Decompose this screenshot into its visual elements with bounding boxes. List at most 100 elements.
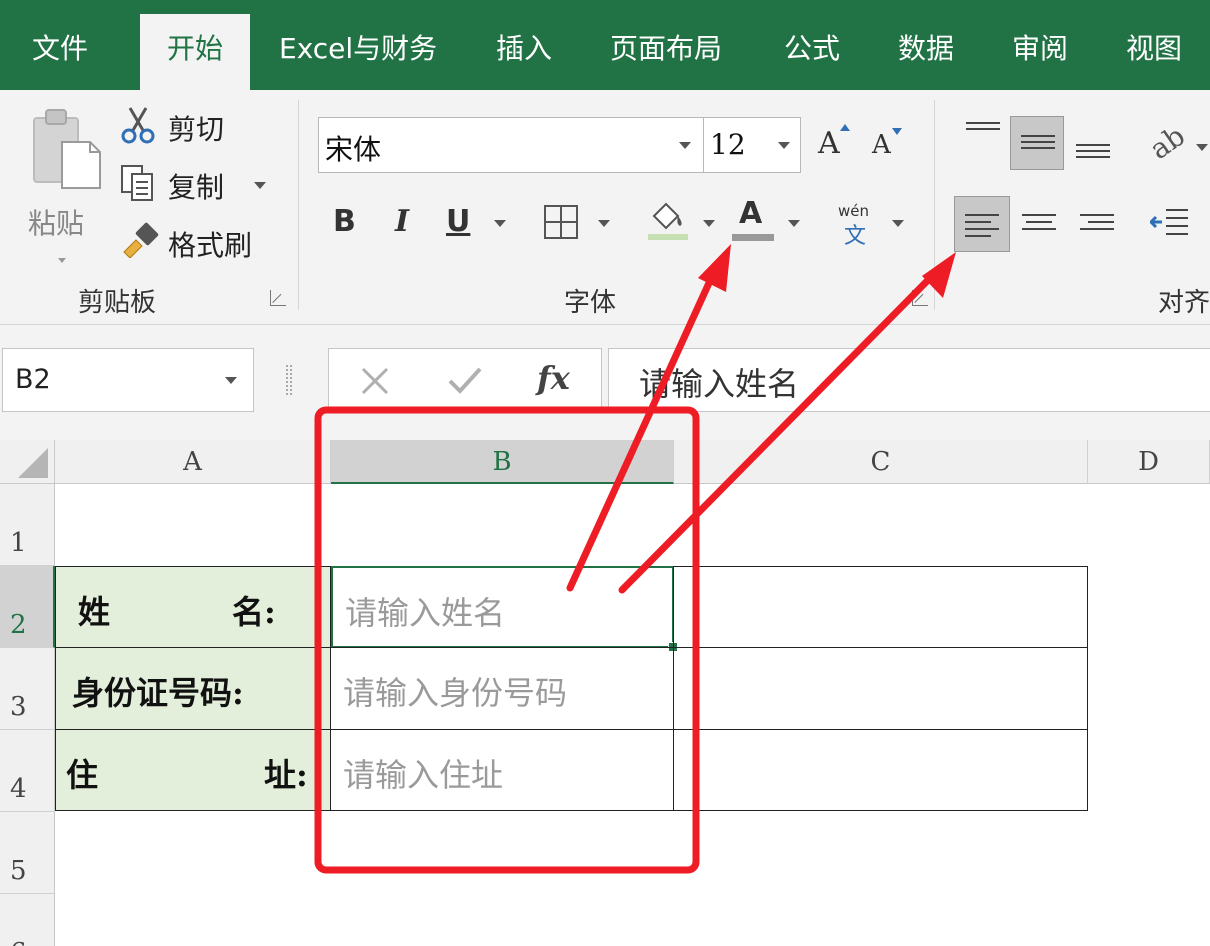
label-addr-left: 住	[66, 756, 99, 794]
paste-dropdown-icon[interactable]	[58, 258, 66, 263]
enter-check-icon[interactable]	[447, 365, 483, 397]
grow-font-glyph: A	[818, 126, 840, 161]
bold-button[interactable]: B	[333, 204, 356, 239]
clipboard-launcher-icon[interactable]	[270, 290, 286, 306]
grow-arrow-icon	[840, 124, 850, 131]
ribbon: 粘贴 剪切 复制 格式刷 剪贴板 宋体 12 A A B I U A wén 文…	[0, 90, 1210, 325]
font-color-button[interactable]: A	[732, 196, 774, 242]
formula-value: 请输入姓名	[639, 365, 800, 403]
cut-button[interactable]: 剪切	[168, 108, 224, 148]
row-header-1[interactable]: 1	[0, 484, 55, 566]
tab-home[interactable]: 开始	[140, 14, 250, 90]
name-placeholder: 请输入姓名	[345, 594, 506, 632]
tab-file[interactable]: 文件	[32, 0, 88, 90]
name-box-dropdown-icon[interactable]	[225, 377, 237, 384]
cell-c2[interactable]	[673, 566, 1088, 648]
tab-excel-finance[interactable]: Excel与财务	[279, 0, 437, 90]
shrink-arrow-icon	[892, 128, 902, 135]
shrink-font-button[interactable]: A	[872, 128, 908, 170]
label-name-left: 姓	[78, 593, 111, 631]
cell-b3[interactable]: 请输入身份号码	[330, 647, 674, 730]
font-group-label: 字体	[564, 288, 617, 318]
tab-review[interactable]: 审阅	[1012, 0, 1068, 90]
column-header-d[interactable]: D	[1088, 440, 1210, 484]
cell-a3[interactable]: 身份证号码:	[55, 647, 331, 730]
copy-dropdown-icon[interactable]	[254, 182, 266, 189]
align-bottom-button[interactable]	[1068, 120, 1122, 174]
align-middle-button[interactable]	[1010, 116, 1064, 170]
font-size-combo[interactable]: 12	[703, 117, 801, 173]
tab-page-layout[interactable]: 页面布局	[610, 0, 722, 90]
row-header-5[interactable]: 5	[0, 812, 55, 894]
clipboard-group-label: 剪贴板	[78, 288, 157, 318]
borders-icon[interactable]	[543, 204, 579, 240]
italic-button[interactable]: I	[395, 204, 409, 239]
column-header-c[interactable]: C	[674, 440, 1088, 484]
cell-b2[interactable]: 请输入姓名	[331, 566, 678, 652]
row-header-6[interactable]: 6	[0, 894, 55, 946]
font-size-dropdown-icon[interactable]	[778, 142, 790, 149]
copy-button[interactable]: 复制	[168, 166, 224, 206]
insert-function-button[interactable]: fx	[537, 359, 570, 397]
decrease-indent-icon[interactable]	[1150, 204, 1190, 240]
row-header-2[interactable]: 2	[0, 566, 55, 648]
scissors-icon	[121, 107, 155, 144]
cell-b4[interactable]: 请输入住址	[330, 729, 674, 811]
font-size-value: 12	[710, 128, 746, 161]
tab-view[interactable]: 视图	[1126, 0, 1182, 90]
phonetic-dropdown-icon[interactable]	[892, 220, 904, 227]
font-name-value: 宋体	[325, 133, 382, 166]
name-box[interactable]: B2	[2, 348, 254, 412]
select-all-triangle-icon	[18, 448, 48, 478]
align-top-button[interactable]	[956, 108, 1010, 162]
row-header-4[interactable]: 4	[0, 730, 55, 812]
font-name-combo[interactable]: 宋体	[318, 117, 704, 173]
label-name-right: 名:	[232, 593, 276, 631]
borders-dropdown-icon[interactable]	[598, 220, 610, 227]
fill-color-dropdown-icon[interactable]	[703, 220, 715, 227]
column-header-b[interactable]: B	[331, 440, 674, 484]
orientation-icon[interactable]: ab	[1144, 119, 1191, 166]
id-placeholder: 请输入身份号码	[343, 674, 568, 712]
alignment-group-label: 对齐	[1158, 288, 1210, 318]
grow-font-button[interactable]: A	[818, 124, 854, 166]
label-addr-right: 址:	[264, 756, 308, 794]
tab-insert[interactable]: 插入	[496, 0, 552, 90]
cancel-icon[interactable]	[359, 365, 391, 397]
font-launcher-icon[interactable]	[912, 290, 928, 306]
underline-dropdown-icon[interactable]	[494, 220, 506, 227]
cell-a4[interactable]: 住 址:	[55, 729, 331, 811]
align-center-button[interactable]	[1012, 196, 1066, 250]
cell-c3[interactable]	[673, 647, 1088, 730]
address-placeholder: 请输入住址	[343, 756, 504, 794]
font-name-dropdown-icon[interactable]	[679, 142, 691, 149]
align-left-button[interactable]	[954, 196, 1010, 252]
format-painter-button[interactable]: 格式刷	[168, 224, 252, 264]
select-all-corner[interactable]	[0, 440, 55, 484]
tab-data[interactable]: 数据	[898, 0, 954, 90]
underline-button[interactable]: U	[446, 204, 470, 239]
column-header-a[interactable]: A	[55, 440, 331, 484]
fill-color-icon[interactable]	[646, 198, 690, 242]
group-separator	[298, 100, 299, 310]
font-color-glyph: A	[739, 196, 763, 231]
copy-icon	[121, 165, 153, 201]
tab-formulas[interactable]: 公式	[784, 0, 840, 90]
formula-input[interactable]: 请输入姓名	[608, 348, 1210, 412]
font-color-dropdown-icon[interactable]	[788, 220, 800, 227]
cell-a2[interactable]: 姓 名:	[55, 566, 331, 648]
phonetic-button[interactable]: wén 文	[838, 202, 878, 249]
align-right-button[interactable]	[1070, 196, 1124, 250]
formula-bar-grip-icon[interactable]	[286, 365, 292, 395]
orientation-dropdown-icon[interactable]	[1196, 144, 1208, 151]
group-separator	[934, 100, 935, 310]
format-painter-icon	[123, 222, 159, 258]
shrink-font-glyph: A	[872, 130, 891, 160]
formula-buttons-panel: fx	[328, 348, 602, 412]
paste-icon	[33, 109, 101, 189]
cell-c4[interactable]	[673, 729, 1088, 811]
paste-label: 粘贴	[28, 207, 85, 240]
row-header-3[interactable]: 3	[0, 648, 55, 730]
paste-button[interactable]: 粘贴	[22, 106, 104, 266]
formula-bar-area: B2 fx 请输入姓名	[0, 325, 1210, 440]
